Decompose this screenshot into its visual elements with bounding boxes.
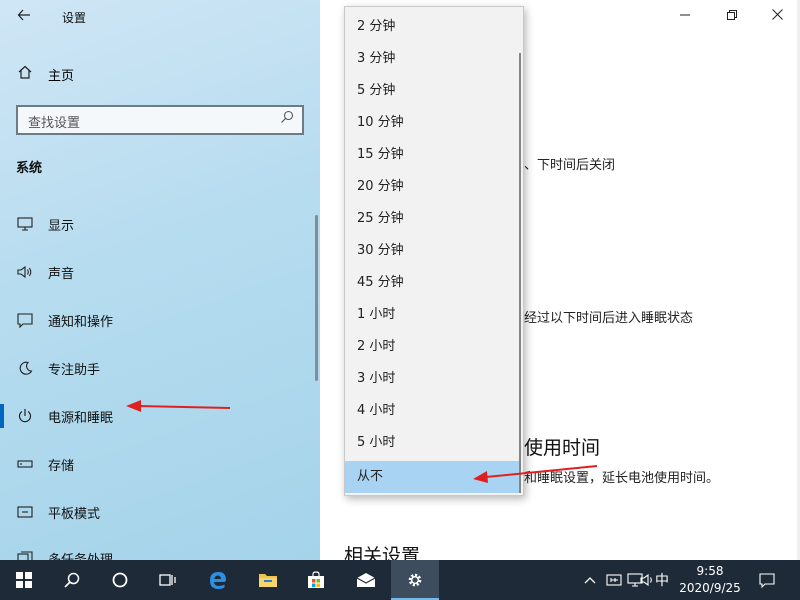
speaker-icon [16, 263, 34, 281]
sidebar-item-multitasking[interactable]: 多任务处理 [0, 540, 320, 560]
screen-timeout-label: 、下时间后关闭 [524, 158, 616, 173]
sidebar-item-label: 多任务处理 [48, 552, 114, 561]
sidebar-item-display[interactable]: 显示 [0, 206, 320, 242]
power-icon [16, 407, 34, 425]
search-icon [280, 110, 294, 128]
back-button[interactable] [14, 7, 34, 27]
windows-logo-icon [16, 572, 32, 588]
dropdown-option[interactable]: 25 分钟 [345, 203, 521, 235]
dropdown-option[interactable]: 20 分钟 [345, 171, 521, 203]
sidebar-item-label: 专注助手 [48, 362, 101, 378]
cortana-circle-icon [112, 572, 128, 588]
search-placeholder: 查找设置 [28, 116, 81, 131]
notification-icon [759, 572, 775, 588]
dropdown-option[interactable]: 45 分钟 [345, 267, 521, 299]
dropdown-option[interactable]: 1 小时 [345, 299, 521, 331]
related-settings-heading: 相关设置 [344, 545, 421, 560]
restore-button[interactable] [709, 4, 755, 30]
clock-time: 9:58 [696, 564, 724, 578]
restore-icon [727, 10, 737, 20]
section-title: 系统 [16, 161, 43, 176]
sidebar-item-notifications[interactable]: 通知和操作 [0, 302, 320, 338]
dropdown-option[interactable]: 5 分钟 [345, 75, 521, 107]
sidebar-scrollbar[interactable] [315, 215, 318, 381]
taskbar: 中 9:58 2020/9/25 [0, 560, 800, 600]
input-method-indicator[interactable]: 中 [655, 560, 669, 600]
mail-icon [356, 573, 376, 587]
power-plug-icon [606, 574, 622, 586]
sidebar-item-label: 电源和睡眠 [48, 410, 114, 426]
sidebar-item-label: 平板模式 [48, 506, 101, 522]
task-view-button[interactable] [144, 560, 192, 600]
minimize-icon [680, 14, 690, 16]
power-tray-button[interactable] [606, 560, 622, 600]
sidebar-item-label: 通知和操作 [48, 314, 114, 330]
volume-tray-button[interactable] [640, 560, 656, 600]
edge-browser-button[interactable] [194, 560, 242, 600]
message-icon [16, 311, 34, 329]
dropdown-option[interactable]: 3 小时 [345, 363, 521, 395]
tablet-icon [16, 503, 34, 521]
task-view-icon [159, 574, 176, 586]
close-icon [771, 9, 783, 20]
dropdown-option[interactable]: 15 分钟 [345, 139, 521, 171]
volume-icon [640, 573, 652, 587]
search-button[interactable] [48, 560, 96, 600]
home-icon [16, 64, 34, 84]
battery-description: 和睡眠设置，延长电池使用时间。 [524, 471, 720, 486]
sidebar-item-storage[interactable]: 存储 [0, 446, 320, 482]
microsoft-store-button[interactable] [292, 560, 340, 600]
home-label: 主页 [48, 68, 75, 84]
moon-icon [16, 359, 34, 377]
sidebar-item-label: 存储 [48, 458, 75, 474]
sidebar-item-focus-assist[interactable]: 专注助手 [0, 350, 320, 386]
sidebar-item-label: 显示 [48, 218, 75, 234]
dropdown-option-selected[interactable]: 从不 [345, 461, 521, 493]
close-button[interactable] [754, 4, 800, 30]
dropdown-option[interactable]: 10 分钟 [345, 107, 521, 139]
edge-icon [210, 572, 226, 589]
mail-button[interactable] [342, 560, 390, 600]
sidebar-item-label: 声音 [48, 266, 75, 282]
dropdown-option[interactable]: 4 小时 [345, 395, 521, 427]
file-explorer-button[interactable] [244, 560, 292, 600]
monitor-icon [16, 215, 34, 233]
search-input[interactable]: 查找设置 [16, 105, 304, 135]
dropdown-option[interactable]: 3 分钟 [345, 43, 521, 75]
battery-heading: 使用时间 [524, 437, 601, 459]
settings-taskbar-button[interactable] [391, 560, 439, 600]
dropdown-option[interactable]: 30 分钟 [345, 235, 521, 267]
store-bag-icon [308, 571, 324, 588]
clock-date: 2020/9/25 [679, 581, 741, 595]
storage-icon [16, 455, 34, 473]
sleep-timeout-label: 经过以下时间后进入睡眠状态 [524, 311, 694, 326]
sidebar: 设置 主页 查找设置 系统 显示 声音 通知和操作 专注助手 电源和睡眠 存储 … [0, 0, 320, 560]
home-link[interactable]: 主页 [16, 64, 74, 84]
cortana-button[interactable] [96, 560, 144, 600]
start-button[interactable] [0, 560, 48, 600]
chevron-up-icon [584, 577, 596, 584]
folder-icon [259, 574, 277, 587]
arrow-left-icon [17, 9, 30, 21]
gear-icon [408, 573, 422, 587]
sidebar-item-tablet-mode[interactable]: 平板模式 [0, 494, 320, 530]
dropdown-option[interactable]: 2 小时 [345, 331, 521, 363]
dropdown-option[interactable]: 5 小时 [345, 427, 521, 459]
minimize-button[interactable] [662, 4, 708, 30]
multitask-icon [16, 549, 34, 560]
sidebar-item-power-sleep[interactable]: 电源和睡眠 [0, 398, 320, 434]
app-title: 设置 [62, 11, 87, 25]
clock[interactable]: 9:58 2020/9/25 [670, 563, 750, 597]
sidebar-item-sound[interactable]: 声音 [0, 254, 320, 290]
show-hidden-icons-button[interactable] [584, 560, 596, 600]
search-icon [64, 572, 80, 588]
sleep-time-dropdown[interactable]: 2 分钟 3 分钟 5 分钟 10 分钟 15 分钟 20 分钟 25 分钟 3… [344, 6, 524, 496]
title-bar: 设置 [0, 0, 320, 34]
action-center-button[interactable] [744, 560, 790, 600]
dropdown-option[interactable]: 2 分钟 [345, 11, 521, 43]
dropdown-scrollbar[interactable] [519, 53, 521, 493]
